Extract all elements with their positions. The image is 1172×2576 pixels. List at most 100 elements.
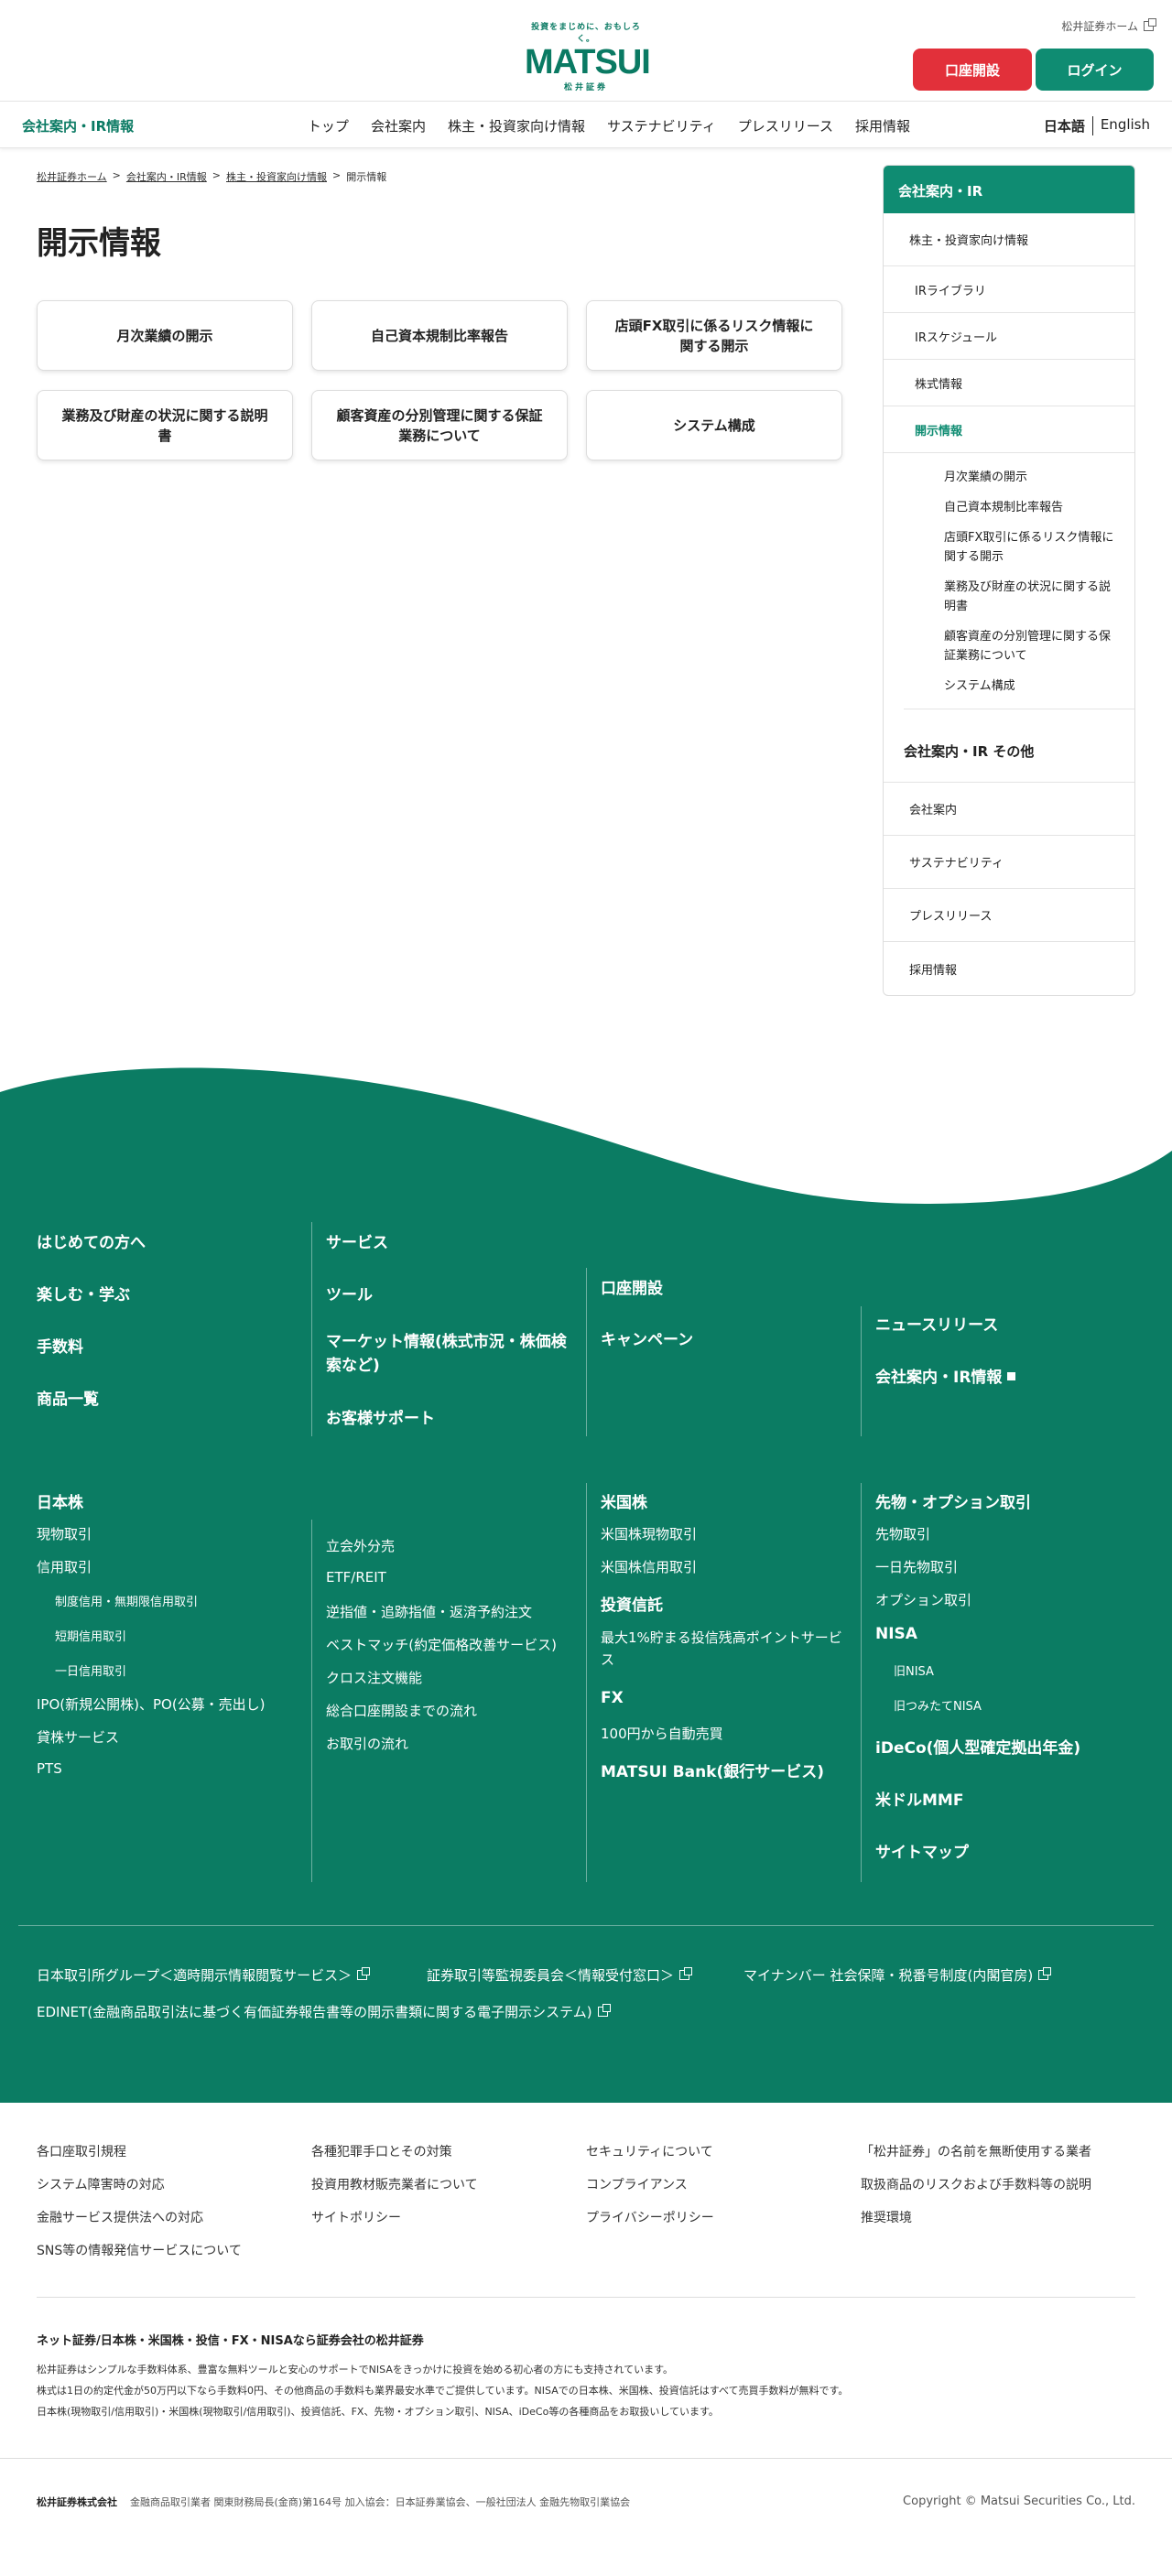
footer-campaign[interactable]: キャンペーン	[601, 1326, 693, 1349]
footer-best-match[interactable]: ベストマッチ(約定価格改善サービス)	[326, 1635, 557, 1654]
open-account-button[interactable]: 口座開設	[913, 49, 1032, 91]
footer-stop-orders[interactable]: 逆指値・追跡指値・返済予約注文	[326, 1602, 532, 1621]
footer-fund-points[interactable]: 最大1%貯まる投信残高ポイントサービス	[601, 1627, 848, 1671]
nav-item-recruit[interactable]: 採用情報	[855, 116, 910, 135]
footer-cross-order[interactable]: クロス注文機能	[326, 1668, 422, 1687]
sidebar-head[interactable]: 会社案内・IR	[884, 166, 1134, 213]
footer-link-system-failure[interactable]: システム障害時の対応	[37, 2175, 165, 2193]
sidebar-sub-fx-risk[interactable]: 店頭FX取引に係るリスク情報に関する開示	[944, 523, 1134, 572]
footer-link-materials[interactable]: 投資用教材販売業者について	[311, 2175, 478, 2193]
footer-link-account-rules[interactable]: 各口座取引規程	[37, 2142, 126, 2160]
lang-english[interactable]: English	[1093, 116, 1150, 135]
footer-ext-jpx[interactable]: 日本取引所グループ＜適時開示情報閲覧サービス＞	[37, 1965, 371, 1985]
sidebar-other-recruit[interactable]: 採用情報	[884, 942, 1134, 995]
card-fx-risk[interactable]: 店頭FX取引に係るリスク情報に関する開示	[586, 300, 842, 371]
footer-old-nisa[interactable]: 旧NISA	[894, 1661, 934, 1679]
footer-beginners[interactable]: はじめての方へ	[37, 1229, 146, 1252]
footer-credit-short[interactable]: 短期信用取引	[55, 1627, 126, 1644]
sidebar-item-ir-schedule[interactable]: IRスケジュール	[884, 313, 1134, 360]
footer-tools[interactable]: ツール	[326, 1282, 373, 1304]
footer-link-crime[interactable]: 各種犯罪手口とその対策	[311, 2142, 452, 2160]
breadcrumb-ir[interactable]: 会社案内・IR情報	[126, 169, 207, 184]
footer-pts[interactable]: PTS	[37, 1760, 62, 1777]
breadcrumb-home[interactable]: 松井証券ホーム	[37, 169, 107, 184]
matsui-home-link[interactable]: 松井証券ホーム	[1061, 18, 1156, 34]
footer-us-margin[interactable]: 米国株信用取引	[601, 1557, 697, 1576]
sidebar-other-sustainability[interactable]: サステナビリティ	[884, 836, 1134, 889]
footer-usd-mmf[interactable]: 米ドルMMF	[875, 1787, 963, 1810]
footer-link-environment[interactable]: 推奨環境	[861, 2208, 912, 2226]
footer-fund[interactable]: 投資信託	[601, 1592, 663, 1615]
breadcrumb-investors[interactable]: 株主・投資家向け情報	[226, 169, 327, 184]
sidebar-item-disclosure[interactable]: 開示情報	[884, 406, 1134, 453]
footer-jp-stock[interactable]: 日本株	[37, 1489, 83, 1512]
footer-link-fin-service-act[interactable]: 金融サービス提供法への対応	[37, 2208, 203, 2226]
sidebar-item-stock-info[interactable]: 株式情報	[884, 360, 1134, 406]
card-system-config[interactable]: システム構成	[586, 390, 842, 460]
nav-item-ir[interactable]: 株主・投資家向け情報	[448, 116, 585, 135]
footer-learn[interactable]: 楽しむ・学ぶ	[37, 1282, 130, 1304]
footer-service[interactable]: サービス	[326, 1229, 388, 1252]
footer-old-tsumitate[interactable]: 旧つみたてNISA	[894, 1696, 982, 1714]
footer-ext-edinet[interactable]: EDINET(金融商品取引法に基づく有価証券報告書等の開示書類に関する電子開示シ…	[37, 2002, 611, 2021]
footer-trade-flow[interactable]: お取引の流れ	[326, 1734, 408, 1753]
card-business-report[interactable]: 業務及び財産の状況に関する説明書	[37, 390, 293, 460]
footer-link-site-policy[interactable]: サイトポリシー	[311, 2208, 401, 2226]
sidebar-sub-business[interactable]: 業務及び財産の状況に関する説明書	[944, 572, 1134, 622]
footer-etf[interactable]: ETF/REIT	[326, 1569, 386, 1586]
footer-link-sns[interactable]: SNS等の情報発信サービスについて	[37, 2241, 242, 2259]
lang-japanese[interactable]: 日本語	[1044, 116, 1093, 135]
footer-ipo[interactable]: IPO(新規公開株)、PO(公募・売出し)	[37, 1694, 266, 1714]
footer-futures[interactable]: 先物・オプション取引	[875, 1489, 1031, 1512]
footer-fx-auto[interactable]: 100円から自動売買	[601, 1724, 723, 1743]
footer-link-security[interactable]: セキュリティについて	[586, 2142, 713, 2160]
card-monthly-results[interactable]: 月次業績の開示	[37, 300, 293, 371]
footer-open-account[interactable]: 口座開設	[601, 1275, 663, 1298]
card-capital-ratio[interactable]: 自己資本規制比率報告	[311, 300, 568, 371]
nav-item-sustainability[interactable]: サステナビリティ	[607, 116, 716, 135]
footer-link-risks[interactable]: 取扱商品のリスクおよび手数料等の説明	[861, 2175, 1091, 2193]
sidebar-item-investors[interactable]: 株主・投資家向け情報	[884, 213, 1134, 266]
footer-ideco[interactable]: iDeCo(個人型確定拠出年金)	[875, 1735, 1080, 1758]
footer-ext-sesc[interactable]: 証券取引等監視委員会＜情報受付窓口＞	[427, 1965, 693, 1985]
sidebar-sub-monthly[interactable]: 月次業績の開示	[944, 462, 1134, 492]
footer-day-futures[interactable]: 一日先物取引	[875, 1557, 958, 1576]
sidebar-sub-capital[interactable]: 自己資本規制比率報告	[944, 492, 1134, 523]
sidebar-other-press[interactable]: プレスリリース	[884, 889, 1134, 942]
nav-item-top[interactable]: トップ	[308, 116, 349, 135]
footer-jp-margin[interactable]: 信用取引	[37, 1557, 92, 1576]
footer-company-ir[interactable]: 会社案内・IR情報	[875, 1364, 1016, 1387]
login-button[interactable]: ログイン	[1036, 49, 1154, 91]
footer-fees[interactable]: 手数料	[37, 1334, 83, 1357]
footer-us-cash[interactable]: 米国株現物取引	[601, 1524, 697, 1543]
footer-support[interactable]: お客様サポート	[326, 1405, 435, 1428]
footer-futures-trade[interactable]: 先物取引	[875, 1524, 930, 1543]
nav-item-press[interactable]: プレスリリース	[738, 116, 833, 135]
footer-products[interactable]: 商品一覧	[37, 1386, 99, 1409]
sidebar-sub-segregation[interactable]: 顧客資産の分別管理に関する保証業務について	[944, 622, 1134, 671]
matsui-logo[interactable]: 投資をまじめに、おもしろく。 MATSUI 松井証券	[525, 20, 651, 92]
sidebar-other-company[interactable]: 会社案内	[884, 783, 1134, 836]
footer-account-flow[interactable]: 総合口座開設までの流れ	[326, 1701, 477, 1720]
footer-credit-standard[interactable]: 制度信用・無期限信用取引	[55, 1592, 198, 1609]
sidebar-sub-system[interactable]: システム構成	[944, 671, 1134, 701]
footer-us-stock[interactable]: 米国株	[601, 1489, 647, 1512]
nav-item-company[interactable]: 会社案内	[371, 116, 426, 135]
footer-jp-cash[interactable]: 現物取引	[37, 1524, 92, 1543]
footer-ext-mynumber[interactable]: マイナンバー 社会保障・税番号制度(内閣官房)	[743, 1965, 1052, 1985]
footer-lending[interactable]: 貸株サービス	[37, 1727, 119, 1747]
footer-link-name-misuse[interactable]: 「松井証券」の名前を無断使用する業者	[861, 2142, 1091, 2160]
footer-sitemap-link[interactable]: サイトマップ	[875, 1839, 969, 1862]
footer-market-info[interactable]: マーケット情報(株式市況・株価検索など)	[326, 1330, 573, 1378]
footer-link-compliance[interactable]: コンプライアンス	[586, 2175, 688, 2193]
footer-matsui-bank[interactable]: MATSUI Bank(銀行サービス)	[601, 1759, 824, 1781]
footer-link-privacy[interactable]: プライバシーポリシー	[586, 2208, 714, 2226]
footer-options[interactable]: オプション取引	[875, 1590, 971, 1609]
sidebar-item-ir-library[interactable]: IRライブラリ	[884, 266, 1134, 313]
footer-nisa[interactable]: NISA	[875, 1625, 917, 1643]
footer-offmarket[interactable]: 立会外分売	[326, 1536, 395, 1555]
card-asset-segregation[interactable]: 顧客資産の分別管理に関する保証業務について	[311, 390, 568, 460]
footer-credit-day[interactable]: 一日信用取引	[55, 1661, 126, 1679]
footer-fx[interactable]: FX	[601, 1689, 624, 1707]
footer-news[interactable]: ニュースリリース	[875, 1312, 998, 1335]
